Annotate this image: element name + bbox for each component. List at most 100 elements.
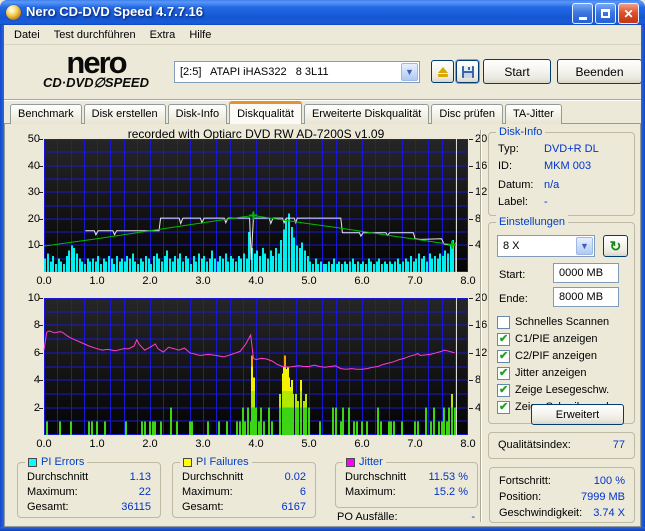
app-icon <box>6 5 21 20</box>
checkbox-schnelles-scannen[interactable]: ✔Schnelles Scannen <box>497 315 609 329</box>
axis-label: 4.0 <box>248 275 264 287</box>
checkbox-lesegeschw[interactable]: ✔ Zeige Lesegeschw. <box>497 383 609 397</box>
quality-index-box: Qualitätsindex: 77 <box>488 432 635 459</box>
jitter-legend-swatch <box>346 457 355 467</box>
axis-label: 10 <box>27 292 40 304</box>
pie-legend-swatch <box>28 457 37 467</box>
eject-icon <box>437 66 448 73</box>
jitter-title: Jitter <box>359 456 383 468</box>
tab-bar: Benchmark Disk erstellen Disk-Info Diskq… <box>10 101 564 124</box>
checkbox-icon: ✔ <box>497 315 510 329</box>
axis-label: 2.0 <box>142 438 158 450</box>
progress-label: Fortschritt: <box>499 475 551 487</box>
progress-box: Fortschritt: 100 % Position: 7999 MB Gesch… <box>489 467 635 523</box>
chevron-down-icon[interactable]: ▼ <box>401 63 418 81</box>
axis-label: 8.0 <box>460 275 476 287</box>
menu-datei[interactable]: Datei <box>7 27 47 43</box>
tab-ta-jitter[interactable]: TA-Jitter <box>505 104 562 124</box>
nero-logo: nero CD·DVD∅SPEED <box>20 47 172 90</box>
title-bar[interactable]: Nero CD-DVD Speed 4.7.7.16 <box>0 0 645 25</box>
axis-label: 10 <box>27 239 40 252</box>
disk-id-value: MKM 003 <box>544 160 592 172</box>
pi-errors-box: PI Errors Durchschnitt 1.13 Maximum: 22 Ge… <box>17 455 161 518</box>
chevron-down-icon[interactable]: ▼ <box>576 237 593 255</box>
axis-label: 1.0 <box>89 275 105 287</box>
po-failures-label: PO Ausfälle: <box>337 511 398 523</box>
save-icon <box>461 65 474 78</box>
axis-label: 4.0 <box>248 438 264 450</box>
axis-label: 50 <box>27 133 40 145</box>
menu-bar: Datei Test durchführen Extra Hilfe <box>4 25 641 45</box>
disk-date-label: Datum: <box>498 179 534 191</box>
save-button[interactable] <box>456 60 479 83</box>
tab-disk-info[interactable]: Disk-Info <box>167 104 228 124</box>
menu-extra[interactable]: Extra <box>143 27 183 43</box>
disk-type-value: DVD+R DL <box>544 143 599 155</box>
checkbox-icon: ✔ <box>497 349 510 363</box>
position-value: 7999 MB <box>580 491 625 503</box>
disk-label-value: - <box>544 196 548 208</box>
disk-info-group: Disk-Info Typ: DVD+R DL ID: MKM 003 Datum:… <box>488 125 635 216</box>
drive-select[interactable]: [2:5] ATAPI iHAS322 8 3L11 ▼ <box>174 61 420 83</box>
refresh-icon: ↻ <box>609 237 622 254</box>
axis-label: 2 <box>33 401 40 414</box>
axis-label: 8 <box>33 319 40 332</box>
minimize-icon <box>578 16 587 20</box>
pi-failures-title: PI Failures <box>196 456 249 468</box>
end-mb-field[interactable]: 8000 MB <box>553 287 619 307</box>
cdspeed-logo-text: CD·DVD∅SPEED <box>43 75 149 90</box>
tab-disk-erstellen[interactable]: Disk erstellen <box>83 104 166 124</box>
checkbox-c2-pif[interactable]: ✔ C2/PIF anzeigen <box>497 349 597 363</box>
menu-hilfe[interactable]: Hilfe <box>182 27 218 43</box>
pi-errors-title: PI Errors <box>41 456 85 468</box>
quality-index-label: Qualitätsindex: <box>498 439 571 451</box>
drive-select-value: [2:5] ATAPI iHAS322 8 3L11 <box>180 66 329 78</box>
checkbox-jitter[interactable]: ✔ Jitter anzeigen <box>497 366 587 380</box>
axis-label: 6.0 <box>354 438 370 450</box>
window-title: Nero CD-DVD Speed 4.7.7.16 <box>26 4 204 19</box>
axis-label: 7.0 <box>407 275 423 287</box>
checkbox-icon: ✔ <box>497 366 510 380</box>
axis-label: 2.0 <box>142 275 158 287</box>
checkbox-icon: ✔ <box>497 383 510 397</box>
window-border-bottom <box>0 527 645 531</box>
progress-value: 100 % <box>593 475 625 487</box>
minimize-button[interactable] <box>572 3 593 24</box>
position-label: Position: <box>499 491 542 503</box>
quit-button[interactable]: Beenden <box>557 59 642 84</box>
po-failures-value: - <box>471 511 475 523</box>
axis-label: 5.0 <box>301 438 317 450</box>
pif-legend-swatch <box>183 457 192 467</box>
checkbox-c1-pie[interactable]: ✔ C1/PIE anzeigen <box>497 332 598 346</box>
window-border-left <box>0 25 4 531</box>
jitter-box: Jitter Durchschnitt 11.53 % Maximum: 15.2 … <box>335 455 478 508</box>
window-border-right <box>641 25 645 531</box>
menu-test-durchfuehren[interactable]: Test durchführen <box>47 27 143 43</box>
start-button[interactable]: Start <box>483 59 551 84</box>
advanced-button[interactable]: Erweitert <box>531 404 624 425</box>
pie-chart-plot: 10 20 30 40 50 4 8 12 16 20 0.0 1.0 2.0 3.0 4.0 5.0 6.0 7… <box>28 133 488 287</box>
panel-separator <box>480 130 482 522</box>
start-mb-field[interactable]: 0000 MB <box>553 263 619 283</box>
tab-disc-pruefen[interactable]: Disc prüfen <box>431 104 504 124</box>
axis-label: 30 <box>27 186 40 199</box>
speed-value: 3.74 X <box>593 507 625 519</box>
disk-type-label: Typ: <box>498 143 519 155</box>
speed-label: Geschwindigkeit: <box>499 507 583 519</box>
quality-index-value: 77 <box>612 439 625 451</box>
close-button[interactable]: ✕ <box>618 3 639 24</box>
axis-label: 5.0 <box>301 275 317 287</box>
eject-button[interactable] <box>431 60 454 83</box>
tab-diskqualitaet[interactable]: Diskqualität <box>229 101 302 124</box>
axis-label: 7.0 <box>407 438 423 450</box>
po-failures-row: PO Ausfälle: - <box>337 511 475 523</box>
tab-benchmark[interactable]: Benchmark <box>10 104 82 124</box>
speed-select-value: 8 X <box>503 240 520 252</box>
settings-title: Einstellungen <box>496 215 569 229</box>
tab-erweiterte-diskqualitaet[interactable]: Erweiterte Diskqualität <box>303 104 430 124</box>
maximize-button[interactable] <box>595 3 616 24</box>
axis-label: 3.0 <box>195 438 211 450</box>
refresh-button[interactable]: ↻ <box>603 235 628 257</box>
speed-select[interactable]: 8 X ▼ <box>497 235 595 257</box>
toolbar: nero CD·DVD∅SPEED [2:5] ATAPI iHAS322 8 … <box>4 45 642 100</box>
